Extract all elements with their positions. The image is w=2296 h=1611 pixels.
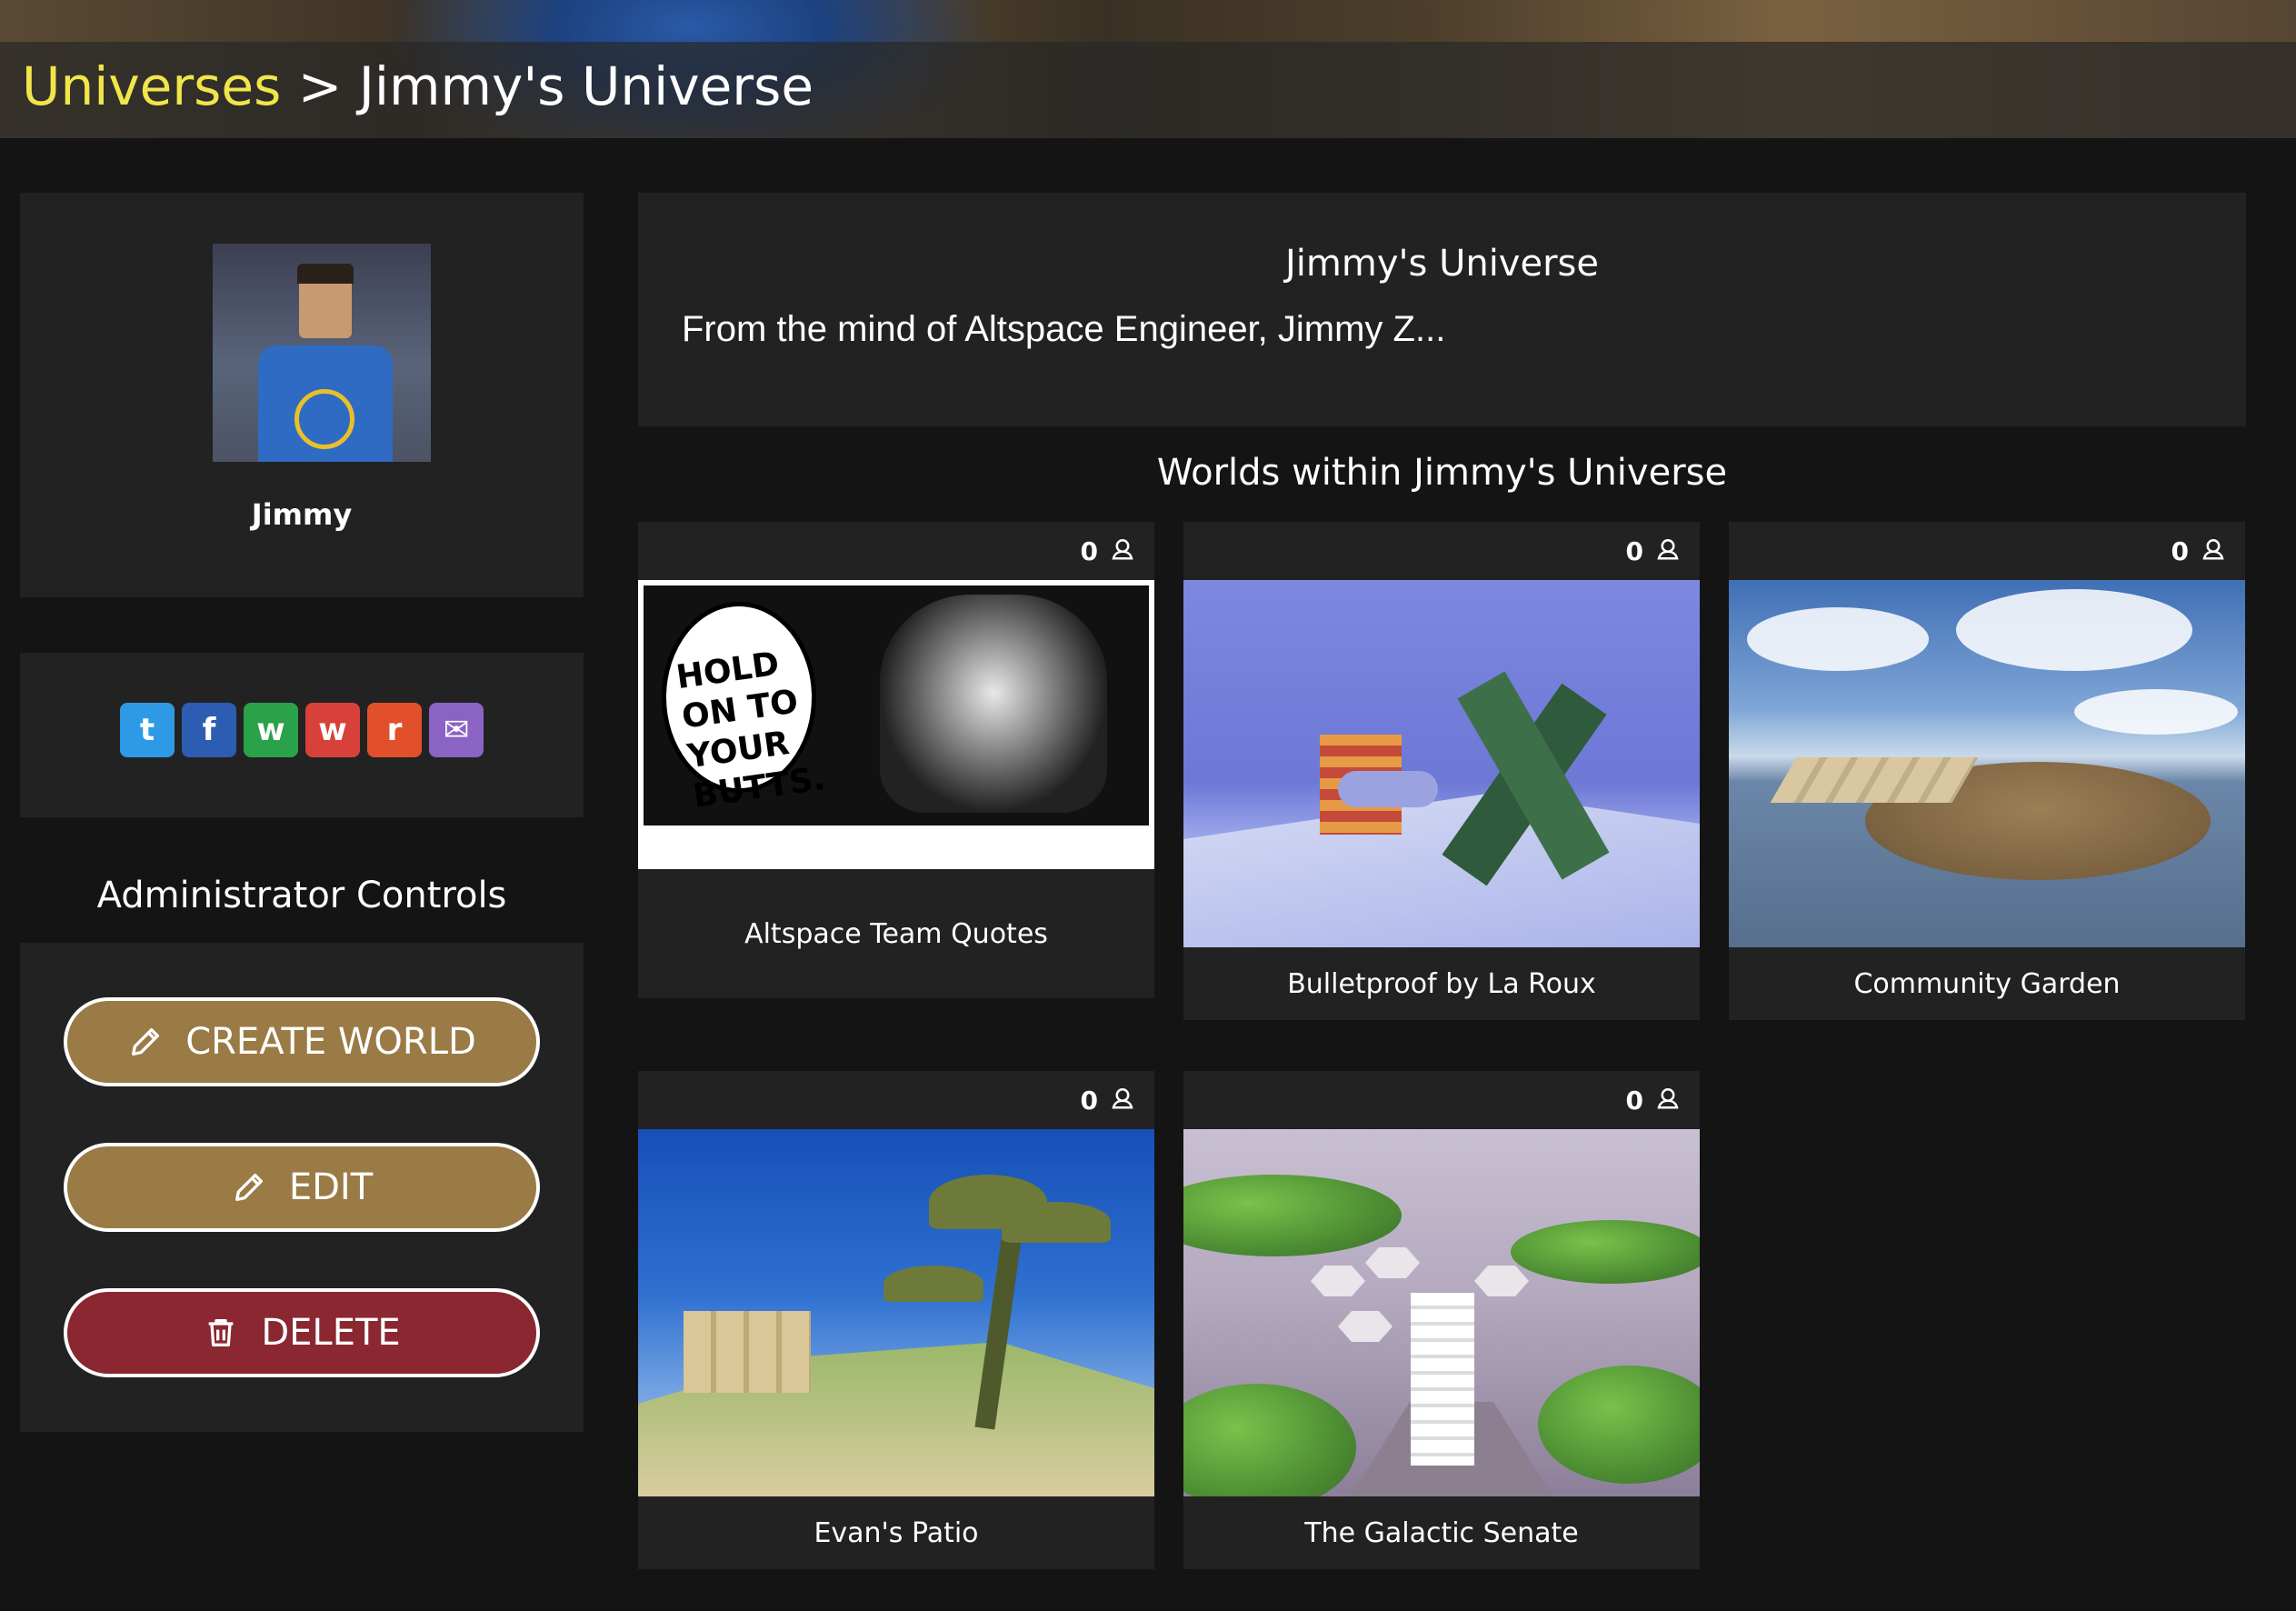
wechat-icon[interactable]: w bbox=[244, 703, 298, 757]
edit-button[interactable]: EDIT bbox=[64, 1143, 540, 1232]
avatar[interactable] bbox=[213, 244, 431, 462]
facebook-icon[interactable]: f bbox=[182, 703, 236, 757]
visitor-count: 0 bbox=[1625, 535, 1643, 566]
admin-controls-card: CREATE WORLD EDIT DELETE bbox=[20, 943, 584, 1432]
world-card[interactable]: 0 Evan's Patio bbox=[638, 1071, 1154, 1569]
pencil-icon bbox=[231, 1169, 267, 1206]
world-title[interactable]: Altspace Team Quotes bbox=[638, 869, 1154, 998]
edit-label: EDIT bbox=[288, 1166, 374, 1208]
visitor-count: 0 bbox=[1080, 535, 1098, 566]
world-thumbnail[interactable] bbox=[1183, 580, 1700, 947]
visitor-count: 0 bbox=[1080, 1085, 1098, 1116]
twitter-icon[interactable]: t bbox=[120, 703, 175, 757]
pencil-icon bbox=[127, 1024, 164, 1060]
email-icon[interactable]: ✉ bbox=[429, 703, 484, 757]
delete-label: DELETE bbox=[261, 1312, 401, 1354]
user-icon bbox=[2200, 535, 2227, 568]
visitor-count: 0 bbox=[1625, 1085, 1643, 1116]
header-banner: Universes > Jimmy's Universe bbox=[0, 0, 2296, 138]
profile-name[interactable]: Jimmy bbox=[20, 497, 584, 532]
trash-icon bbox=[203, 1315, 239, 1351]
world-thumbnail[interactable] bbox=[1729, 580, 2245, 947]
card-header: 0 bbox=[1183, 1071, 1700, 1129]
world-title[interactable]: Community Garden bbox=[1729, 947, 2245, 1020]
world-title[interactable]: Bulletproof by La Roux bbox=[1183, 947, 1700, 1020]
user-icon bbox=[1109, 535, 1136, 568]
breadcrumb-universes-link[interactable]: Universes bbox=[22, 55, 281, 117]
card-header: 0 bbox=[1729, 522, 2245, 580]
world-thumbnail[interactable] bbox=[1183, 1129, 1700, 1496]
world-thumbnail[interactable] bbox=[638, 1129, 1154, 1496]
universe-description: From the mind of Altspace Engineer, Jimm… bbox=[682, 309, 1446, 349]
worlds-heading: Worlds within Jimmy's Universe bbox=[1156, 452, 1728, 494]
visitor-count: 0 bbox=[2171, 535, 2189, 566]
card-header: 0 bbox=[638, 1071, 1154, 1129]
breadcrumb-separator: > bbox=[297, 55, 343, 117]
card-header: 0 bbox=[1183, 522, 1700, 580]
breadcrumb-current: Jimmy's Universe bbox=[358, 55, 814, 117]
admin-controls-title: Administrator Controls bbox=[96, 875, 507, 916]
share-icons: t f w w r ✉ bbox=[120, 703, 484, 757]
share-card: t f w w r ✉ bbox=[20, 653, 584, 817]
world-card[interactable]: 0 Community Garden bbox=[1729, 522, 2245, 1020]
world-card[interactable]: 0 Bulletproof by La Roux bbox=[1183, 522, 1700, 1020]
create-world-button[interactable]: CREATE WORLD bbox=[64, 997, 540, 1086]
card-header: 0 bbox=[638, 522, 1154, 580]
world-title[interactable]: The Galactic Senate bbox=[1183, 1496, 1700, 1569]
user-icon bbox=[1654, 1084, 1682, 1117]
user-icon bbox=[1654, 535, 1682, 568]
create-world-label: CREATE WORLD bbox=[185, 1021, 476, 1063]
breadcrumb: Universes > Jimmy's Universe bbox=[22, 55, 814, 118]
weibo-icon[interactable]: w bbox=[305, 703, 360, 757]
thumbnail-caption: HOLD ON TO YOUR BUTTS. bbox=[674, 645, 828, 816]
universe-title: Jimmy's Universe bbox=[1285, 243, 1599, 285]
reddit-icon[interactable]: r bbox=[367, 703, 422, 757]
world-card[interactable]: 0 The Galactic Senate bbox=[1183, 1071, 1700, 1569]
world-thumbnail[interactable]: HOLD ON TO YOUR BUTTS. bbox=[638, 580, 1154, 869]
world-card[interactable]: 0 HOLD ON TO YOUR BUTTS. Altspace Team Q… bbox=[638, 522, 1154, 998]
profile-card: Jimmy bbox=[20, 193, 584, 597]
user-icon bbox=[1109, 1084, 1136, 1117]
delete-button[interactable]: DELETE bbox=[64, 1288, 540, 1377]
universe-description-card: Jimmy's Universe From the mind of Altspa… bbox=[638, 193, 2246, 426]
world-title[interactable]: Evan's Patio bbox=[638, 1496, 1154, 1569]
